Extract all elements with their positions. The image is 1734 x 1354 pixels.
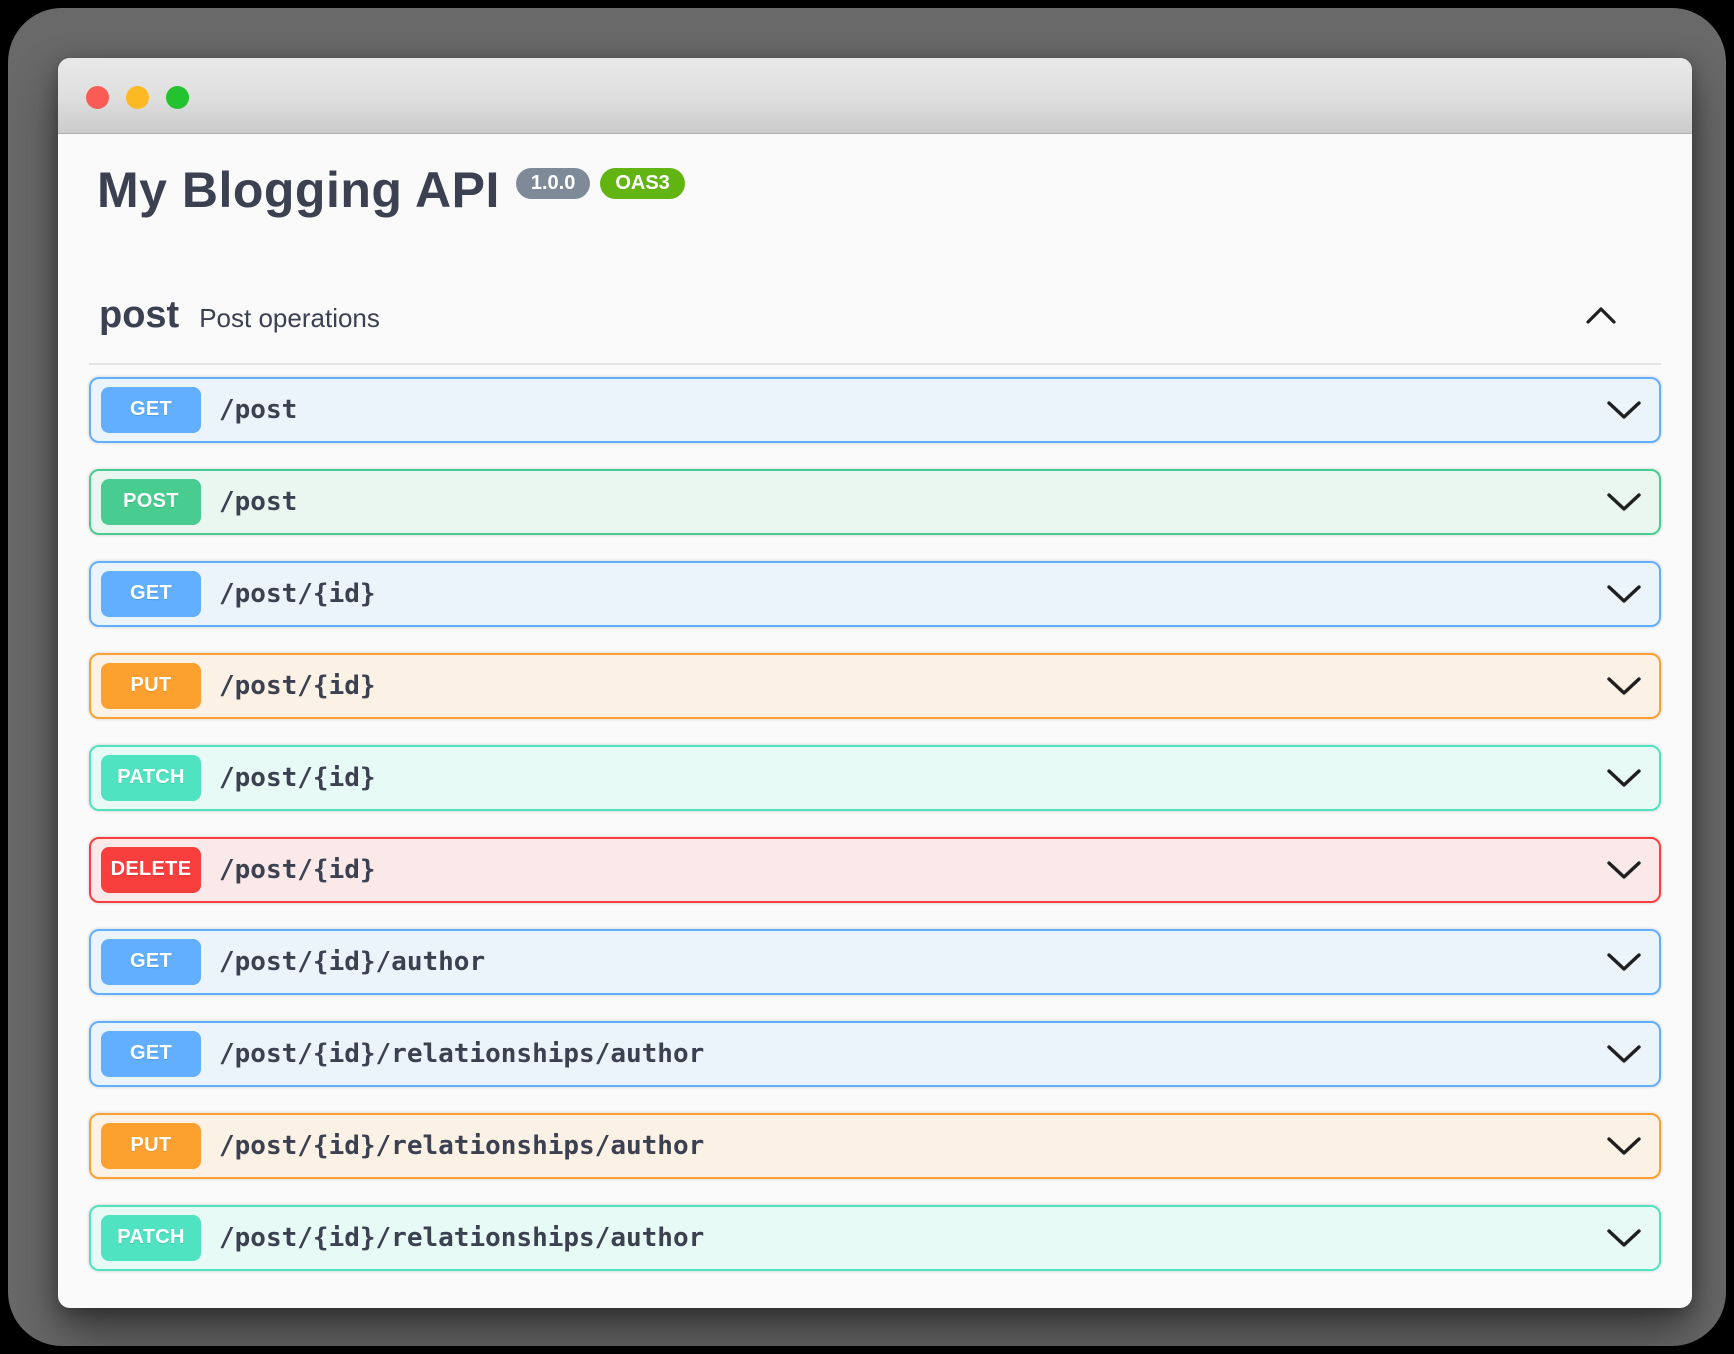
operation-path: /post/{id}/author: [219, 947, 485, 977]
operation-row[interactable]: PUT /post/{id}/relationships/author: [89, 1113, 1661, 1179]
minimize-button[interactable]: [126, 86, 149, 109]
method-badge: GET: [101, 387, 201, 433]
chevron-down-icon: [1607, 584, 1641, 604]
expand-operation-button[interactable]: [1607, 860, 1641, 880]
method-badge: GET: [101, 939, 201, 985]
chevron-up-icon: [1586, 306, 1616, 324]
operation-path: /post/{id}/relationships/author: [219, 1223, 704, 1253]
chevron-down-icon: [1607, 952, 1641, 972]
chevron-down-icon: [1607, 1228, 1641, 1248]
version-badge: 1.0.0: [516, 168, 590, 199]
chevron-down-icon: [1607, 400, 1641, 420]
operation-path: /post/{id}: [219, 855, 376, 885]
expand-operation-button[interactable]: [1607, 400, 1641, 420]
expand-operation-button[interactable]: [1607, 492, 1641, 512]
method-badge: PUT: [101, 1123, 201, 1169]
operation-row[interactable]: GET /post: [89, 377, 1661, 443]
chevron-down-icon: [1607, 676, 1641, 696]
expand-operation-button[interactable]: [1607, 1136, 1641, 1156]
collapse-section-button[interactable]: [1586, 306, 1616, 324]
operation-row[interactable]: PATCH /post/{id}/relationships/author: [89, 1205, 1661, 1271]
expand-operation-button[interactable]: [1607, 768, 1641, 788]
operations-list: GET /post POST /post GET /post/{id} PUT …: [89, 377, 1661, 1271]
chevron-down-icon: [1607, 860, 1641, 880]
operation-path: /post: [219, 395, 297, 425]
operation-path: /post/{id}: [219, 671, 376, 701]
operation-row[interactable]: GET /post/{id}/author: [89, 929, 1661, 995]
chevron-down-icon: [1607, 1044, 1641, 1064]
chevron-down-icon: [1607, 768, 1641, 788]
method-badge: PATCH: [101, 1215, 201, 1261]
chevron-down-icon: [1607, 1136, 1641, 1156]
operation-row[interactable]: GET /post/{id}: [89, 561, 1661, 627]
page-title: My Blogging API: [97, 162, 500, 220]
expand-operation-button[interactable]: [1607, 1228, 1641, 1248]
chevron-down-icon: [1607, 492, 1641, 512]
method-badge: PUT: [101, 663, 201, 709]
operation-path: /post/{id}: [219, 763, 376, 793]
expand-operation-button[interactable]: [1607, 584, 1641, 604]
screenshot-frame: My Blogging API 1.0.0 OAS3 post Post ope…: [8, 8, 1726, 1346]
method-badge: GET: [101, 1031, 201, 1077]
expand-operation-button[interactable]: [1607, 1044, 1641, 1064]
tag-section-header[interactable]: post Post operations: [89, 294, 1661, 337]
app-window: My Blogging API 1.0.0 OAS3 post Post ope…: [58, 58, 1692, 1308]
operation-path: /post/{id}/relationships/author: [219, 1039, 704, 1069]
expand-operation-button[interactable]: [1607, 676, 1641, 696]
close-button[interactable]: [86, 86, 109, 109]
page-content: My Blogging API 1.0.0 OAS3 post Post ope…: [58, 162, 1692, 1271]
oas-badge: OAS3: [600, 168, 684, 199]
operation-row[interactable]: GET /post/{id}/relationships/author: [89, 1021, 1661, 1087]
method-badge: POST: [101, 479, 201, 525]
operation-path: /post/{id}/relationships/author: [219, 1131, 704, 1161]
window-titlebar: [58, 58, 1692, 134]
operation-row[interactable]: PATCH /post/{id}: [89, 745, 1661, 811]
tag-description: Post operations: [199, 303, 380, 334]
operation-row[interactable]: POST /post: [89, 469, 1661, 535]
tag-name: post: [99, 294, 179, 337]
operation-path: /post: [219, 487, 297, 517]
section-divider: [89, 363, 1661, 365]
operation-row[interactable]: DELETE /post/{id}: [89, 837, 1661, 903]
method-badge: GET: [101, 571, 201, 617]
traffic-lights: [86, 86, 189, 109]
operation-row[interactable]: PUT /post/{id}: [89, 653, 1661, 719]
expand-operation-button[interactable]: [1607, 952, 1641, 972]
method-badge: PATCH: [101, 755, 201, 801]
zoom-button[interactable]: [166, 86, 189, 109]
api-info-header: My Blogging API 1.0.0 OAS3: [89, 162, 1661, 220]
operation-path: /post/{id}: [219, 579, 376, 609]
method-badge: DELETE: [101, 847, 201, 893]
